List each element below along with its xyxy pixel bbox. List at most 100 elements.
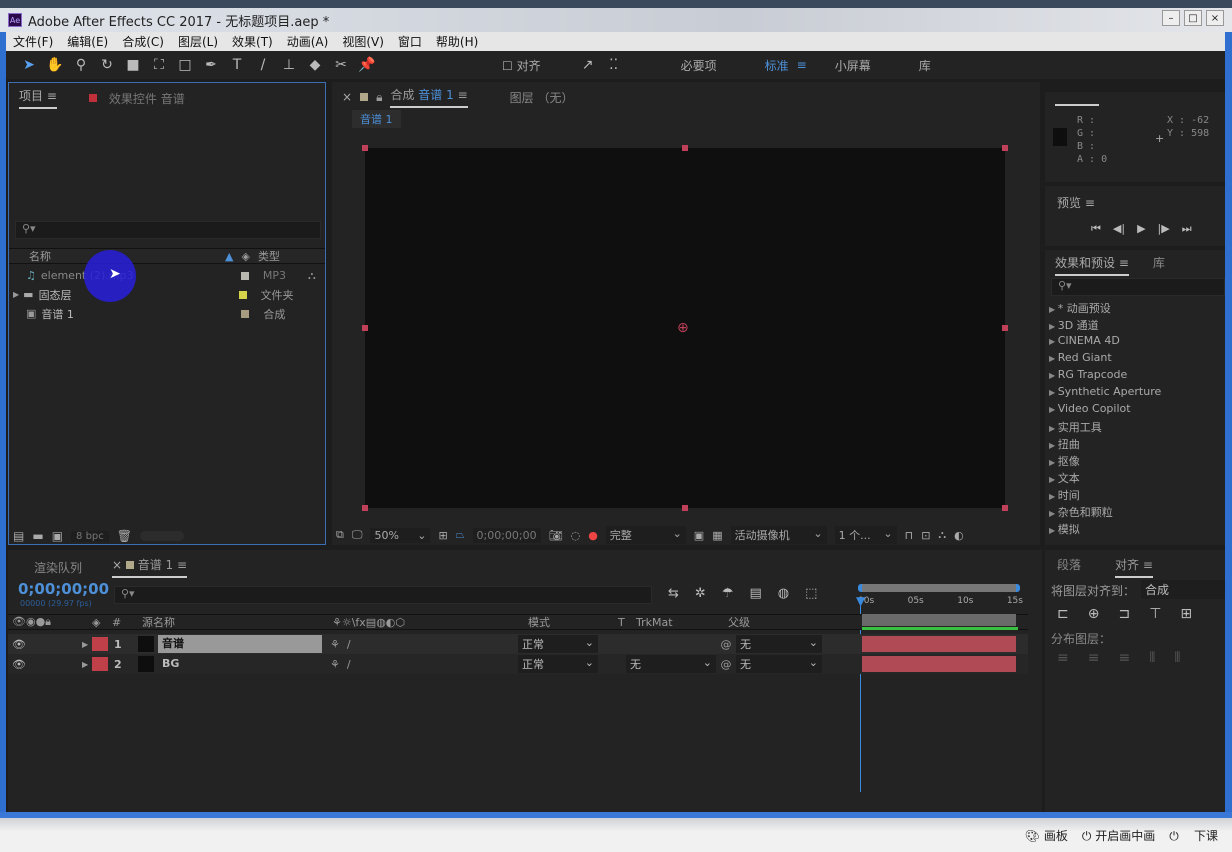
menu-effect[interactable]: 效果(T) <box>232 33 273 50</box>
composition-viewer[interactable]: ⊕ <box>362 145 1008 511</box>
transform-handle[interactable] <box>362 145 368 151</box>
transparency-grid-icon[interactable]: ⏢ <box>456 528 465 542</box>
minimize-button[interactable]: – <box>1162 10 1180 26</box>
distribute-top-icon[interactable]: ≡ <box>1057 650 1069 666</box>
menu-animation[interactable]: 动画(A) <box>287 33 329 50</box>
hand-tool-icon[interactable]: ✋ <box>46 57 64 73</box>
effect-category[interactable]: 实用工具 <box>1045 419 1225 436</box>
transform-handle[interactable] <box>362 325 368 331</box>
timeline-icon[interactable]: ⊡ <box>921 529 930 542</box>
pick-whip-icon[interactable]: @ <box>716 658 736 671</box>
menu-edit[interactable]: 编辑(E) <box>67 33 108 50</box>
effect-category[interactable]: Video Copilot <box>1045 402 1225 419</box>
mode-dropdown[interactable]: 正常 ⌄ <box>518 655 598 673</box>
distribute-bottom-icon[interactable]: ≡ <box>1118 650 1130 666</box>
transform-handle[interactable] <box>1002 325 1008 331</box>
align-top-icon[interactable]: ⊤ <box>1149 606 1161 622</box>
visibility-icon[interactable]: 👁︎ <box>12 638 82 651</box>
lock-icon[interactable]: 🔒︎ <box>376 90 382 105</box>
thumbnail-slider[interactable] <box>140 531 184 541</box>
monitor-icon[interactable]: 🖵︎ <box>352 528 363 542</box>
flowchart-icon[interactable]: ⛬ <box>938 528 946 542</box>
graph-editor-icon[interactable]: ⬚ <box>805 586 817 601</box>
camera-tool-icon[interactable]: ■ <box>124 57 142 73</box>
stamp-tool-icon[interactable]: ⊥ <box>280 57 298 73</box>
puppet-tool-icon[interactable]: 📌 <box>358 57 376 73</box>
layer-switches[interactable]: ⚘ / <box>322 638 518 651</box>
effect-category[interactable]: Synthetic Aperture <box>1045 385 1225 402</box>
effect-category[interactable]: CINEMA 4D <box>1045 334 1225 351</box>
workspace-standard[interactable]: 标准 <box>765 57 789 74</box>
close-tab-icon[interactable]: × <box>342 90 352 104</box>
play-icon[interactable]: ▶ <box>1137 222 1145 236</box>
effect-category[interactable]: 模拟 <box>1045 521 1225 538</box>
distribute-hcenter-icon[interactable]: ⦀ <box>1174 650 1180 666</box>
workspace-menu-icon[interactable]: ≡ <box>797 58 807 72</box>
pick-whip-icon[interactable]: @ <box>716 638 736 651</box>
anchor-point-icon[interactable]: ⊕ <box>677 320 689 336</box>
align-hcenter-icon[interactable]: ⊕ <box>1088 606 1100 622</box>
rotate-tool-icon[interactable]: ↻ <box>98 57 116 73</box>
mode-dropdown[interactable]: 正常 ⌄ <box>518 635 598 653</box>
eraser-tool-icon[interactable]: ◆ <box>306 57 324 73</box>
project-item[interactable]: ♫ element (2).mp3 MP3 ⛬ ➤ <box>9 250 325 302</box>
tab-libraries[interactable]: 库 <box>1153 254 1165 276</box>
last-frame-icon[interactable]: ⏭ <box>1182 222 1192 236</box>
rectangle-tool-icon[interactable]: □ <box>176 57 194 73</box>
roto-brush-tool-icon[interactable]: ✂ <box>332 57 350 73</box>
current-time[interactable]: 0;00;00;00 <box>18 580 109 598</box>
pan-behind-tool-icon[interactable]: ⛶ <box>150 57 168 73</box>
layer-duration-bar[interactable] <box>862 656 1016 672</box>
align-left-icon[interactable]: ⊏ <box>1057 606 1069 622</box>
effect-category[interactable]: 扭曲 <box>1045 436 1225 453</box>
menu-file[interactable]: 文件(F) <box>13 33 53 50</box>
layer-switches[interactable]: ⚘ / <box>322 658 518 671</box>
end-class-button[interactable]: ⏻ 下课 <box>1169 827 1218 844</box>
tab-paragraph[interactable]: 段落 <box>1057 556 1081 578</box>
effects-search-input[interactable]: ⚲▾ <box>1051 278 1225 296</box>
snapshot-icon[interactable]: 📷︎ <box>549 529 563 542</box>
new-folder-icon[interactable]: ▬ <box>32 529 43 543</box>
flowchart-icon[interactable]: ⛬ <box>308 269 316 283</box>
transform-handle[interactable] <box>682 505 688 511</box>
previous-frame-icon[interactable]: ◀| <box>1113 222 1125 236</box>
align-checkbox[interactable]: ☐ 对齐 <box>502 57 541 74</box>
tab-composition[interactable]: 合成 音谱 1 ≡ <box>390 86 468 108</box>
project-search-input[interactable]: ⚲▾ <box>15 221 321 239</box>
layer-duration-bar[interactable] <box>862 636 1016 652</box>
next-frame-icon[interactable]: |▶ <box>1158 222 1170 236</box>
selection-tool-icon[interactable]: ➤ <box>20 57 38 73</box>
pixel-aspect-icon[interactable]: ⊓ <box>905 529 914 542</box>
toggle-transparency-icon[interactable]: ▦ <box>712 529 722 542</box>
menu-help[interactable]: 帮助(H) <box>436 33 478 50</box>
layer-name[interactable]: BG <box>158 655 322 673</box>
views-dropdown[interactable]: 1 个... ⌄ <box>834 526 897 544</box>
align-vcenter-icon[interactable]: ⊞ <box>1180 606 1192 622</box>
work-area-bar[interactable] <box>858 584 1020 592</box>
effect-category[interactable]: Red Giant <box>1045 351 1225 368</box>
menu-window[interactable]: 窗口 <box>398 33 422 50</box>
project-item[interactable]: ▶ ▬ 固态层 文件夹 <box>9 285 325 304</box>
tab-timeline-comp[interactable]: × 音谱 1 ≡ <box>112 556 188 578</box>
align-to-dropdown[interactable]: 合成 <box>1141 580 1225 599</box>
label-swatch[interactable] <box>92 657 108 671</box>
visibility-icon[interactable]: 👁︎ <box>12 658 82 671</box>
draft-3d-icon[interactable]: ✲ <box>695 586 706 601</box>
brush-tool-icon[interactable]: / <box>254 57 272 73</box>
distribute-vcenter-icon[interactable]: ≡ <box>1088 650 1100 666</box>
camera-dropdown[interactable]: 活动摄像机 ⌄ <box>730 526 827 544</box>
composition-mini-flowchart-icon[interactable]: ⇆ <box>668 586 679 601</box>
expand-arrow-icon[interactable]: ▶ <box>13 290 19 299</box>
effect-category[interactable]: * 动画预设 <box>1045 300 1225 317</box>
workspace-libraries[interactable]: 库 <box>919 57 931 74</box>
distribute-left-icon[interactable]: ⦀ <box>1149 650 1155 666</box>
reset-exposure-icon[interactable]: ◐ <box>954 529 964 542</box>
snap-grid-icon[interactable]: ⁚⁚ <box>605 57 623 73</box>
tab-effect-controls[interactable]: 效果控件 音谱 <box>109 90 185 107</box>
effect-category[interactable]: 文本 <box>1045 470 1225 487</box>
sort-ascending-icon[interactable]: ▲ <box>225 250 233 263</box>
always-preview-icon[interactable]: ⧉ <box>336 528 344 542</box>
project-item[interactable]: ▣ 音谱 1 合成 <box>9 304 325 323</box>
scrollbar[interactable] <box>1225 32 1232 818</box>
bpc-button[interactable]: 8 bpc <box>71 530 109 542</box>
